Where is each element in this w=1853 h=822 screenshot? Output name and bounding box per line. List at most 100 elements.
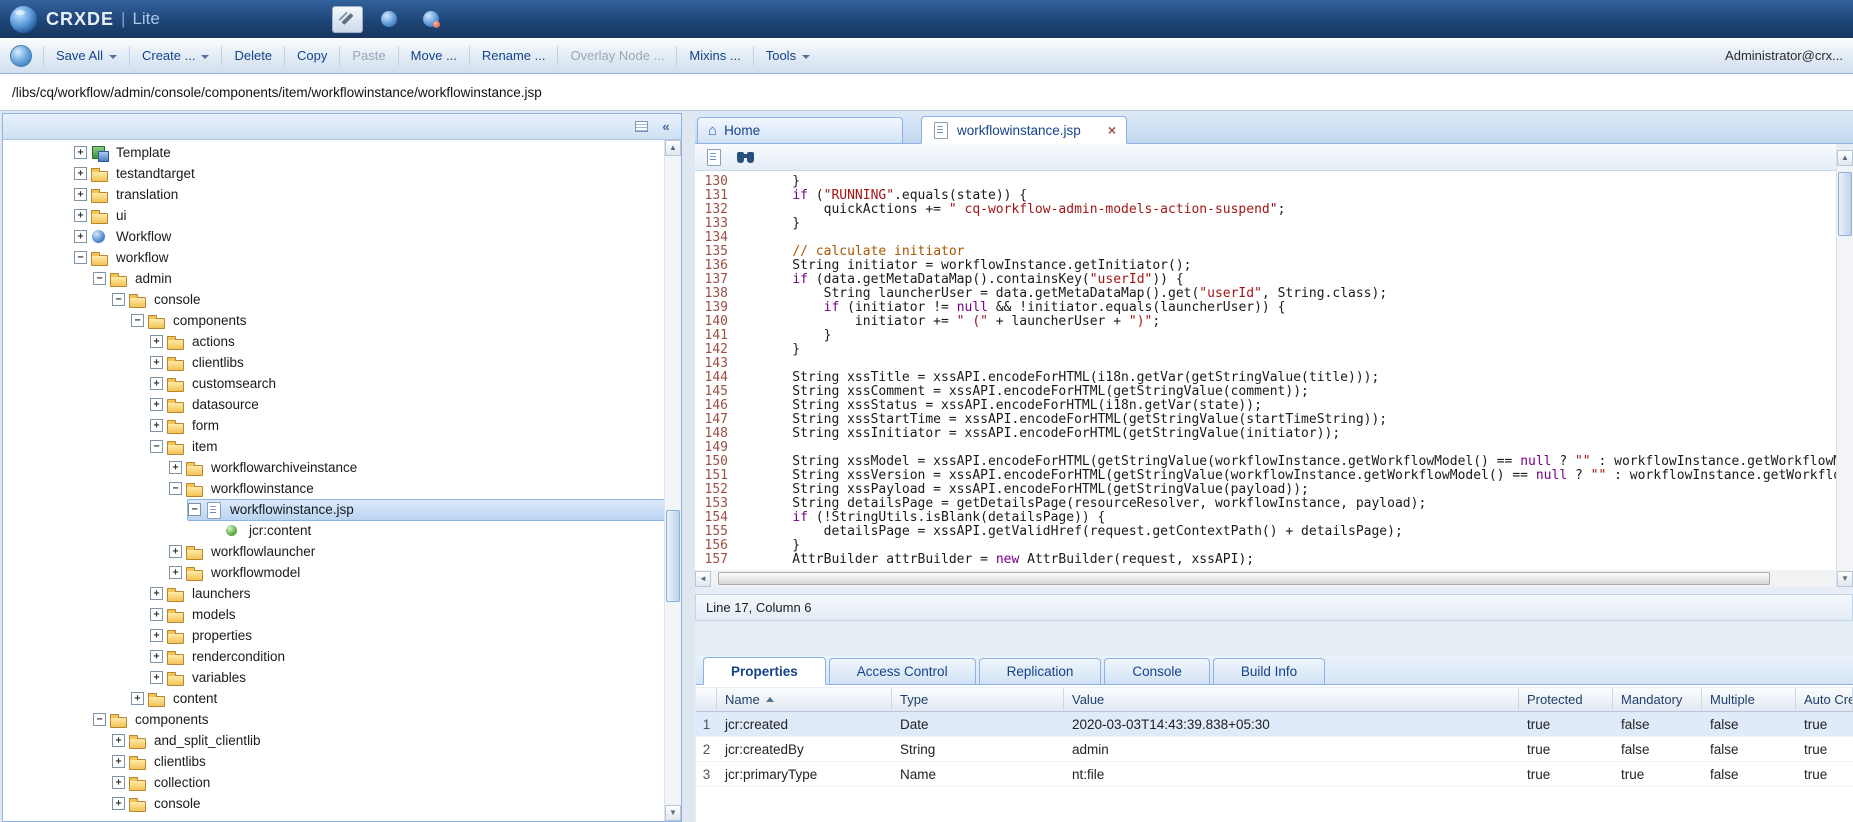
- expand-icon[interactable]: +: [150, 587, 163, 600]
- table-row[interactable]: 3 jcr:primaryType Name nt:file true true false…: [696, 762, 1853, 787]
- expand-icon[interactable]: +: [150, 398, 163, 411]
- scrollbar-thumb[interactable]: [666, 510, 680, 602]
- tree-item-models[interactable]: + models: [3, 604, 664, 625]
- collapse-icon[interactable]: −: [74, 251, 87, 264]
- expand-icon[interactable]: +: [74, 167, 87, 180]
- expand-icon[interactable]: +: [150, 377, 163, 390]
- tree-item-testandtarget[interactable]: + testandtarget: [3, 163, 664, 184]
- tree-item-clientlibs[interactable]: + clientlibs: [3, 352, 664, 373]
- menu-item-rename[interactable]: Rename ...: [472, 43, 556, 68]
- path-bar[interactable]: /libs/cq/workflow/admin/console/componen…: [0, 74, 1853, 111]
- tab-console[interactable]: Console: [1104, 658, 1210, 684]
- search-icon[interactable]: [737, 151, 754, 164]
- tree-item-workflowarchiveinstance[interactable]: + workflowarchiveinstance: [3, 457, 664, 478]
- collapse-icon[interactable]: −: [93, 713, 106, 726]
- globe-icon[interactable]: [10, 44, 32, 67]
- tab-access-control[interactable]: Access Control: [828, 658, 976, 684]
- tree-item-workflowinstance-jsp[interactable]: − workflowinstance.jsp: [3, 498, 664, 521]
- expand-icon[interactable]: +: [112, 734, 125, 747]
- tree-item-properties[interactable]: + properties: [3, 625, 664, 646]
- scroll-up-icon[interactable]: ▲: [665, 140, 681, 156]
- tree-item-console[interactable]: − console: [3, 289, 664, 310]
- scroll-left-icon[interactable]: ◄: [695, 570, 711, 587]
- editor-vertical-scrollbar[interactable]: ▲ ▼: [1836, 150, 1853, 587]
- tree-item-components[interactable]: − components: [3, 310, 664, 331]
- expand-icon[interactable]: +: [74, 188, 87, 201]
- panel-menu-icon[interactable]: [632, 118, 650, 136]
- collapse-icon[interactable]: −: [188, 503, 201, 516]
- column-header-type[interactable]: Type: [892, 687, 1064, 712]
- tree-item-workflowmodel[interactable]: + workflowmodel: [3, 562, 664, 583]
- column-header-value[interactable]: Value: [1064, 687, 1519, 712]
- tab-properties[interactable]: Properties: [703, 657, 826, 685]
- tree-item-clientlibs[interactable]: + clientlibs: [3, 751, 664, 772]
- expand-icon[interactable]: +: [112, 755, 125, 768]
- tree-item-ui[interactable]: + ui: [3, 205, 664, 226]
- tree-item-console[interactable]: + console: [3, 793, 664, 814]
- tree-item-workflowlauncher[interactable]: + workflowlauncher: [3, 541, 664, 562]
- expand-icon[interactable]: +: [169, 545, 182, 558]
- tree-item-template[interactable]: + Template: [3, 142, 664, 163]
- expand-icon[interactable]: +: [169, 566, 182, 579]
- collapse-icon[interactable]: −: [93, 272, 106, 285]
- table-row[interactable]: 1 jcr:created Date 2020-03-03T14:43:39.838+…: [696, 712, 1853, 737]
- tree-item-launchers[interactable]: + launchers: [3, 583, 664, 604]
- expand-icon[interactable]: +: [150, 650, 163, 663]
- editor-horizontal-scrollbar[interactable]: ◄: [695, 570, 1836, 587]
- tree-item-translation[interactable]: + translation: [3, 184, 664, 205]
- document-icon[interactable]: [705, 149, 723, 166]
- collapse-panel-icon[interactable]: «: [657, 118, 675, 136]
- column-header-name[interactable]: Name: [717, 687, 892, 712]
- scrollbar-thumb[interactable]: [1838, 172, 1852, 236]
- tree-item-item[interactable]: − item: [3, 436, 664, 457]
- tree-item-datasource[interactable]: + datasource: [3, 394, 664, 415]
- column-header-mandatory[interactable]: Mandatory: [1613, 687, 1702, 712]
- tree-item-jcr-content[interactable]: jcr:content: [3, 520, 664, 541]
- tree-item-components[interactable]: − components: [3, 709, 664, 730]
- menu-item-mixins[interactable]: Mixins ...: [679, 43, 750, 68]
- column-header-multiple[interactable]: Multiple: [1702, 687, 1796, 712]
- menu-item-copy[interactable]: Copy: [287, 43, 337, 68]
- collapse-icon[interactable]: −: [112, 293, 125, 306]
- close-icon[interactable]: ×: [1108, 123, 1116, 137]
- tab-replication[interactable]: Replication: [978, 658, 1102, 684]
- menu-item-delete[interactable]: Delete: [224, 43, 282, 68]
- bundle-button[interactable]: [416, 6, 447, 33]
- tree-item-rendercondition[interactable]: + rendercondition: [3, 646, 664, 667]
- package-button[interactable]: [374, 6, 405, 33]
- scroll-down-icon[interactable]: ▼: [665, 805, 681, 821]
- expand-icon[interactable]: +: [150, 629, 163, 642]
- expand-icon[interactable]: +: [150, 335, 163, 348]
- menu-item-tools[interactable]: Tools: [756, 43, 820, 68]
- expand-icon[interactable]: +: [74, 230, 87, 243]
- tree-item-form[interactable]: + form: [3, 415, 664, 436]
- tree-item-workflow[interactable]: + Workflow: [3, 226, 664, 247]
- expand-icon[interactable]: +: [150, 356, 163, 369]
- code-editor[interactable]: 130 131 132 133 134 135 136 137 138 139 140 141 142 1…: [695, 171, 1836, 570]
- expand-icon[interactable]: +: [131, 692, 144, 705]
- expand-icon[interactable]: +: [150, 671, 163, 684]
- tab-home[interactable]: ⌂ Home: [697, 117, 903, 143]
- expand-icon[interactable]: +: [150, 419, 163, 432]
- tab-build-info[interactable]: Build Info: [1212, 658, 1326, 684]
- scrollbar-thumb[interactable]: [718, 572, 1770, 585]
- collapse-icon[interactable]: −: [169, 482, 182, 495]
- tree-item-and-split-clientlib[interactable]: + and_split_clientlib: [3, 730, 664, 751]
- expand-icon[interactable]: +: [112, 776, 125, 789]
- expand-icon[interactable]: +: [74, 146, 87, 159]
- tree-item-content[interactable]: + content: [3, 688, 664, 709]
- table-row[interactable]: 2 jcr:createdBy String admin true false false t…: [696, 737, 1853, 762]
- collapse-icon[interactable]: −: [150, 440, 163, 453]
- menu-item-move[interactable]: Move ...: [401, 43, 467, 68]
- tab-workflowinstance-jsp[interactable]: workflowinstance.jsp ×: [921, 116, 1127, 144]
- tree-item-workflow[interactable]: − workflow: [3, 247, 664, 268]
- tree-item-variables[interactable]: + variables: [3, 667, 664, 688]
- tree-item-actions[interactable]: + actions: [3, 331, 664, 352]
- menu-item-save-all[interactable]: Save All: [46, 43, 127, 68]
- tool-button[interactable]: [331, 5, 363, 33]
- expand-icon[interactable]: +: [169, 461, 182, 474]
- column-header-protected[interactable]: Protected: [1519, 687, 1613, 712]
- collapse-icon[interactable]: −: [131, 314, 144, 327]
- expand-icon[interactable]: +: [74, 209, 87, 222]
- tree-item-collection[interactable]: + collection: [3, 772, 664, 793]
